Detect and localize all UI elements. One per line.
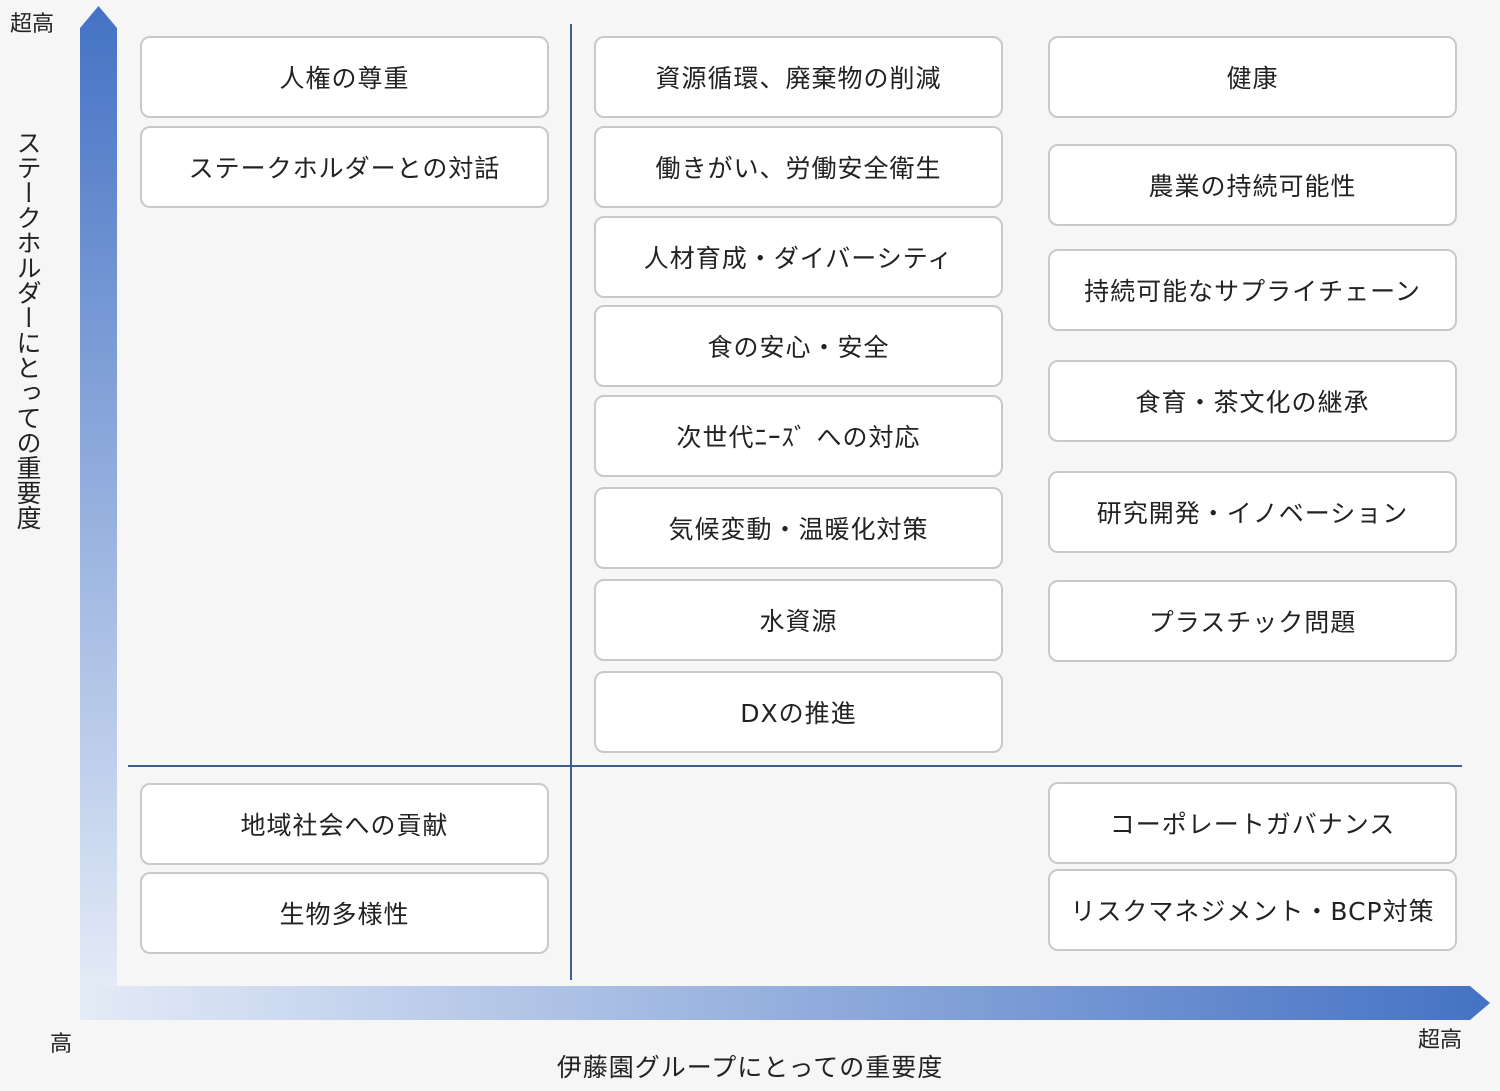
topic-box: DXの推進: [594, 671, 1003, 753]
topic-box: 農業の持続可能性: [1048, 144, 1457, 226]
x-axis-arrow: [80, 986, 1490, 1020]
x-axis-origin-label: 高: [50, 1032, 73, 1057]
topic-box: 人権の尊重: [140, 36, 549, 118]
x-axis-title: 伊藤園グループにとっての重要度: [556, 1053, 944, 1082]
quadrant-divider-horizontal: [128, 765, 1462, 767]
topic-box: 食育・茶文化の継承: [1048, 360, 1457, 442]
y-axis-arrow: [80, 6, 117, 988]
topic-box: プラスチック問題: [1048, 580, 1457, 662]
topic-box: 健康: [1048, 36, 1457, 118]
topic-box: 資源循環、廃棄物の削減: [594, 36, 1003, 118]
topic-box: 人材育成・ダイバーシティ: [594, 216, 1003, 298]
topic-box: 生物多様性: [140, 872, 549, 954]
topic-box: 食の安心・安全: [594, 305, 1003, 387]
topic-box: 働きがい、労働安全衛生: [594, 126, 1003, 208]
topic-box: 持続可能なサプライチェーン: [1048, 249, 1457, 331]
x-axis-end-label: 超高: [1418, 1028, 1463, 1053]
topic-box: 水資源: [594, 579, 1003, 661]
topic-box: 地域社会への貢献: [140, 783, 549, 865]
y-axis-title: ステークホルダーにとっての重要度: [13, 130, 42, 530]
topic-box: 気候変動・温暖化対策: [594, 487, 1003, 569]
quadrant-divider-vertical: [570, 24, 572, 980]
topic-box: 次世代ﾆｰｽﾞ への対応: [594, 395, 1003, 477]
topic-box: ステークホルダーとの対話: [140, 126, 549, 208]
topic-box: 研究開発・イノベーション: [1048, 471, 1457, 553]
topic-box: コーポレートガバナンス: [1048, 782, 1457, 864]
topic-box: リスクマネジメント・BCP対策: [1048, 869, 1457, 951]
y-axis-top-label: 超高: [10, 12, 55, 37]
